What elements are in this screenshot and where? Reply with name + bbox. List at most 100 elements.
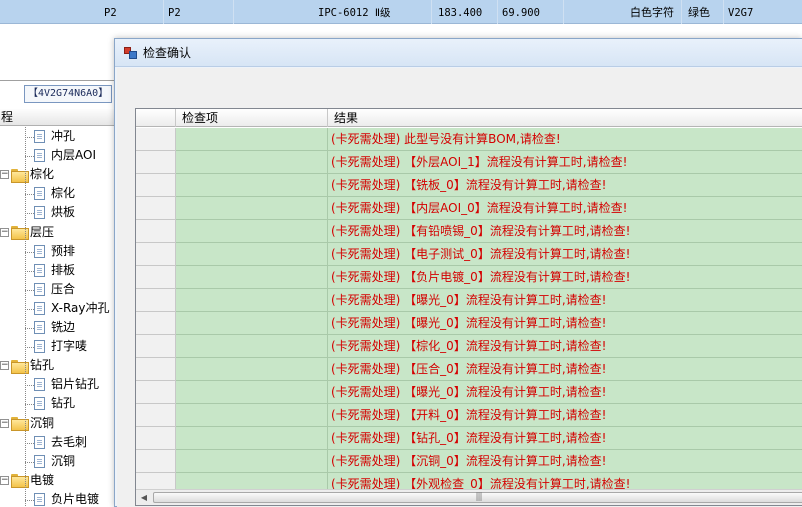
table-row[interactable]: (卡死需处理) 【有铅喷锡_0】流程没有计算工时,请检查!	[136, 220, 802, 243]
background-grid-row[interactable]: P2 P2 IPC-6012 Ⅱ级 183.400 69.900 白色字符 绿色…	[0, 0, 802, 24]
row-header[interactable]	[136, 358, 176, 381]
table-row[interactable]: (卡死需处理) 此型号没有计算BOM,请检查!	[136, 128, 802, 151]
tree-item[interactable]: 棕化	[34, 184, 75, 203]
tree-item[interactable]: 内层AOI	[34, 146, 96, 165]
table-row[interactable]: (卡死需处理) 【外层AOI_1】流程没有计算工时,请检查!	[136, 151, 802, 174]
column-header-result[interactable]: 结果	[328, 109, 802, 127]
tree-group[interactable]: − 层压	[0, 223, 54, 242]
collapse-icon[interactable]: −	[0, 361, 9, 371]
cell-check-item[interactable]	[176, 450, 328, 473]
tree-group[interactable]: − 钻孔	[0, 356, 54, 375]
row-header[interactable]	[136, 312, 176, 335]
cell-check-item[interactable]	[176, 197, 328, 220]
table-row[interactable]: (卡死需处理) 【沉铜_0】流程没有计算工时,请检查!	[136, 450, 802, 473]
tree-group[interactable]: − 沉铜	[0, 414, 54, 433]
tree-item-label: 烘板	[51, 205, 76, 220]
collapse-icon[interactable]: −	[0, 475, 9, 485]
cell-check-item[interactable]	[176, 381, 328, 404]
row-header[interactable]	[136, 197, 176, 220]
row-header[interactable]	[136, 266, 176, 289]
scroll-left-arrow-icon[interactable]: ◀	[136, 490, 152, 505]
cell-check-item[interactable]	[176, 243, 328, 266]
table-row[interactable]: (卡死需处理) 【负片电镀_0】流程没有计算工时,请检查!	[136, 266, 802, 289]
horizontal-scrollbar[interactable]: ◀ |||	[136, 489, 802, 505]
table-row[interactable]: (卡死需处理) 【棕化_0】流程没有计算工时,请检查!	[136, 335, 802, 358]
cell-result[interactable]: (卡死需处理) 【沉铜_0】流程没有计算工时,请检查!	[328, 450, 802, 473]
scroll-thumb[interactable]: |||	[153, 492, 802, 503]
cell-result[interactable]: (卡死需处理) 【电子测试_0】流程没有计算工时,请检查!	[328, 243, 802, 266]
tree-item[interactable]: 钻孔	[34, 394, 75, 413]
tree-item[interactable]: 去毛刺	[34, 433, 87, 452]
row-header[interactable]	[136, 151, 176, 174]
cell-result[interactable]: (卡死需处理) 【钻孔_0】流程没有计算工时,请检查!	[328, 427, 802, 450]
tree-item[interactable]: 铝片钻孔	[34, 375, 99, 394]
dialog-titlebar[interactable]: 检查确认	[115, 39, 802, 67]
collapse-icon[interactable]: −	[0, 227, 9, 237]
cell-result[interactable]: (卡死需处理) 【有铅喷锡_0】流程没有计算工时,请检查!	[328, 220, 802, 243]
tree-item[interactable]: X-Ray冲孔	[34, 299, 109, 318]
row-header[interactable]	[136, 427, 176, 450]
column-header-check-item[interactable]: 检查项	[176, 109, 328, 127]
cell-check-item[interactable]	[176, 289, 328, 312]
table-row[interactable]: (卡死需处理) 【开料_0】流程没有计算工时,请检查!	[136, 404, 802, 427]
cell-check-item[interactable]	[176, 266, 328, 289]
table-row[interactable]: (卡死需处理) 【内层AOI_0】流程没有计算工时,请检查!	[136, 197, 802, 220]
document-icon	[34, 187, 45, 201]
cell-result[interactable]: (卡死需处理) 【负片电镀_0】流程没有计算工时,请检查!	[328, 266, 802, 289]
row-header[interactable]	[136, 450, 176, 473]
cell-result[interactable]: (卡死需处理) 【压合_0】流程没有计算工时,请检查!	[328, 358, 802, 381]
check-results-grid[interactable]: 检查项 结果 (卡死需处理) 此型号没有计算BOM,请检查! (卡死需处理) 【外…	[135, 108, 802, 506]
collapse-icon[interactable]: −	[0, 418, 9, 428]
tree-item[interactable]: 负片电镀	[34, 490, 99, 507]
cell-result[interactable]: (卡死需处理) 【棕化_0】流程没有计算工时,请检查!	[328, 335, 802, 358]
row-header[interactable]	[136, 243, 176, 266]
tree-group[interactable]: − 棕化	[0, 165, 54, 184]
cell-result[interactable]: (卡死需处理) 此型号没有计算BOM,请检查!	[328, 128, 802, 151]
cell-result[interactable]: (卡死需处理) 【曝光_0】流程没有计算工时,请检查!	[328, 289, 802, 312]
cell-result[interactable]: (卡死需处理) 【外层AOI_1】流程没有计算工时,请检查!	[328, 151, 802, 174]
row-header[interactable]	[136, 220, 176, 243]
tree-item[interactable]: 冲孔	[34, 127, 75, 146]
table-row[interactable]: (卡死需处理) 【钻孔_0】流程没有计算工时,请检查!	[136, 427, 802, 450]
document-icon	[34, 263, 45, 277]
cell-check-item[interactable]	[176, 404, 328, 427]
cell-result[interactable]: (卡死需处理) 【开料_0】流程没有计算工时,请检查!	[328, 404, 802, 427]
cell-result[interactable]: (卡死需处理) 【内层AOI_0】流程没有计算工时,请检查!	[328, 197, 802, 220]
cell-check-item[interactable]	[176, 174, 328, 197]
table-row[interactable]: (卡死需处理) 【曝光_0】流程没有计算工时,请检查!	[136, 289, 802, 312]
table-row[interactable]: (卡死需处理) 【铣板_0】流程没有计算工时,请检查!	[136, 174, 802, 197]
table-row[interactable]: (卡死需处理) 【曝光_0】流程没有计算工时,请检查!	[136, 312, 802, 335]
cell-check-item[interactable]	[176, 128, 328, 151]
tree-item[interactable]: 压合	[34, 280, 75, 299]
tree-group[interactable]: − 电镀	[0, 471, 54, 490]
cell-check-item[interactable]	[176, 151, 328, 174]
tree-item[interactable]: 沉铜	[34, 452, 75, 471]
row-header[interactable]	[136, 335, 176, 358]
tree-item[interactable]: 烘板	[34, 203, 75, 222]
grid-header: 检查项 结果	[136, 109, 802, 127]
cell-result[interactable]: (卡死需处理) 【铣板_0】流程没有计算工时,请检查!	[328, 174, 802, 197]
row-header[interactable]	[136, 128, 176, 151]
table-row[interactable]: (卡死需处理) 【压合_0】流程没有计算工时,请检查!	[136, 358, 802, 381]
process-tree[interactable]: 冲孔 内层AOI − 棕化 棕化 烘板 − 层压 预排 排板 压合 X-Ray冲孔 铣边 打字唛 − 钻孔 铝片…	[0, 127, 120, 507]
cell-check-item[interactable]	[176, 358, 328, 381]
tree-item[interactable]: 铣边	[34, 318, 75, 337]
cell-check-item[interactable]	[176, 220, 328, 243]
row-header[interactable]	[136, 404, 176, 427]
collapse-icon[interactable]: −	[0, 170, 9, 180]
cell-check-item[interactable]	[176, 335, 328, 358]
cell-result[interactable]: (卡死需处理) 【曝光_0】流程没有计算工时,请检查!	[328, 381, 802, 404]
tree-item[interactable]: 排板	[34, 261, 75, 280]
row-header[interactable]	[136, 289, 176, 312]
tree-item[interactable]: 预排	[34, 242, 75, 261]
row-header[interactable]	[136, 174, 176, 197]
cell-check-item[interactable]	[176, 427, 328, 450]
cell-check-item[interactable]	[176, 312, 328, 335]
row-header[interactable]	[136, 381, 176, 404]
cell-result[interactable]: (卡死需处理) 【曝光_0】流程没有计算工时,请检查!	[328, 312, 802, 335]
order-tag: 【4V2G74N6A0】	[24, 85, 113, 103]
document-icon	[34, 130, 45, 143]
table-row[interactable]: (卡死需处理) 【曝光_0】流程没有计算工时,请检查!	[136, 381, 802, 404]
tree-item[interactable]: 打字唛	[34, 337, 87, 356]
table-row[interactable]: (卡死需处理) 【电子测试_0】流程没有计算工时,请检查!	[136, 243, 802, 266]
